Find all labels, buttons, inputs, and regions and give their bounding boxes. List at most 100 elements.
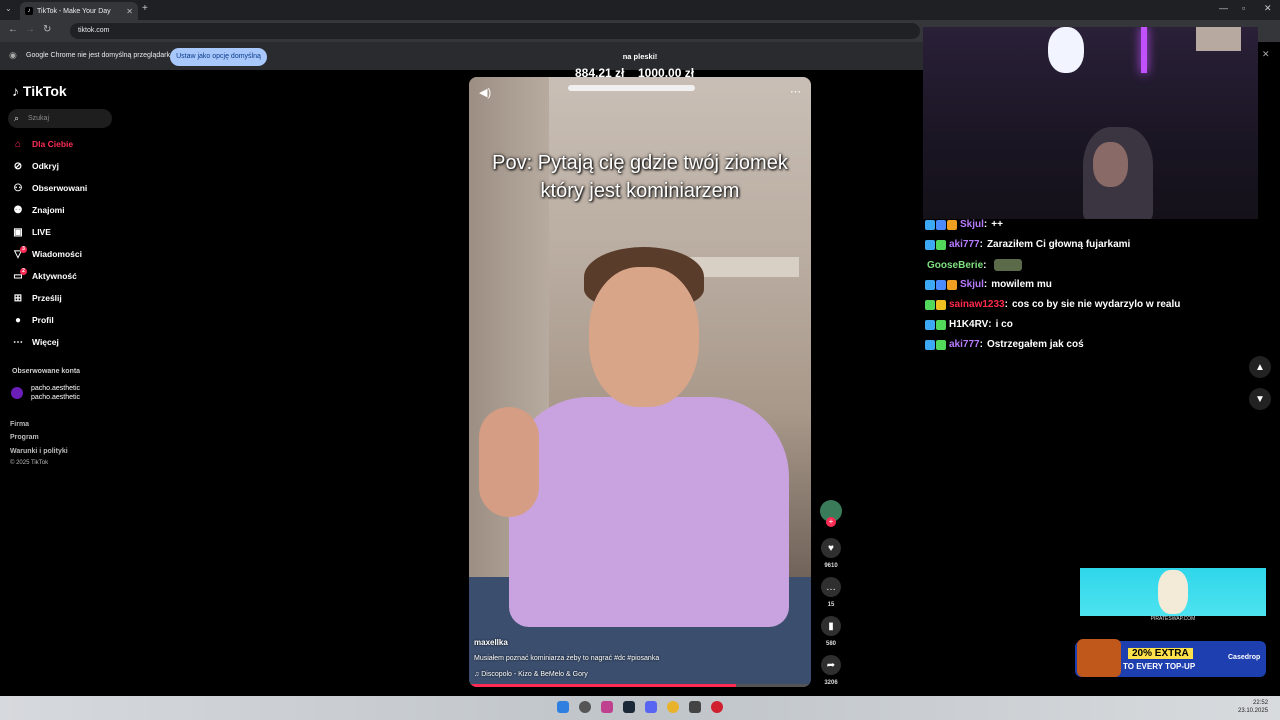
footer-link-terms[interactable]: Warunki i polityki [10, 448, 68, 455]
profile-icon: ● [14, 314, 22, 326]
share-button[interactable]: ➦ [821, 655, 841, 675]
start-icon[interactable] [557, 701, 569, 713]
messages-badge: 3 [20, 245, 27, 253]
sidebar-item-live[interactable]: ▣ LIVE [12, 224, 51, 240]
video-person-face [589, 267, 699, 407]
new-tab-icon[interactable]: + [142, 3, 148, 14]
chat-separator: : [983, 279, 988, 290]
clock[interactable]: 22:52 23.10.2025 [1238, 699, 1268, 715]
sidebar-item-friends[interactable]: ⚉ Znajomi [12, 202, 65, 218]
more-icon: ⋯ [13, 336, 23, 348]
scroll-down-button[interactable]: ▼ [1249, 388, 1271, 410]
comment-count: 15 [827, 602, 835, 608]
chat-badge-icon [925, 219, 935, 230]
goal-title: na pleski! [622, 52, 658, 61]
tab-search-icon[interactable]: ⌄ [5, 4, 12, 13]
minimize-icon[interactable]: — [1219, 3, 1228, 13]
search-input[interactable]: ⌕ Szukaj [8, 109, 112, 128]
sidebar-item-messages[interactable]: ▽ 3 Wiadomości [12, 245, 82, 262]
pirateswap-ad[interactable] [1080, 568, 1266, 616]
video-player[interactable]: ◀) ⋯ Pov: Pytają cię gdzie twój ziomek k… [469, 77, 811, 687]
chat-username[interactable]: Skjul [960, 219, 984, 230]
like-count: 9610 [824, 563, 838, 569]
followed-account-handle: pacho.aesthetic [31, 394, 81, 401]
sidebar-item-more[interactable]: ⋯ Więcej [12, 334, 59, 350]
chat-badge-icon [947, 279, 957, 290]
tiktok-note-icon: ♪ [12, 83, 19, 99]
sidebar-item-following[interactable]: ⚇ Obserwowani [12, 180, 88, 196]
chat-text: mowilem mu [991, 279, 1052, 290]
sidebar-item-label: Prześlij [32, 293, 62, 303]
home-icon: ⌂ [14, 138, 22, 150]
search-placeholder: Szukaj [28, 115, 50, 122]
chat-badge-icon [936, 239, 946, 250]
chat-username[interactable]: sainaw1233 [949, 299, 1005, 310]
follow-plus-icon[interactable]: + [826, 517, 836, 527]
maximize-icon[interactable]: ▫ [1242, 3, 1245, 13]
discord-icon[interactable] [645, 701, 657, 713]
video-progress[interactable] [469, 684, 811, 687]
sidebar-item-explore[interactable]: ⊘ Odkryj [12, 158, 59, 174]
chat-username[interactable]: aki777 [949, 339, 980, 350]
obs-icon[interactable] [689, 701, 701, 713]
chat-separator: : [979, 339, 983, 350]
sidebar-item-label: Odkryj [32, 161, 59, 171]
dismiss-icon[interactable]: ✕ [1262, 49, 1270, 60]
close-icon[interactable]: ✕ [126, 7, 133, 16]
chat-badge-icon [925, 299, 935, 310]
comment-button[interactable]: … [821, 577, 841, 597]
chat-badge-icon [925, 319, 935, 330]
sidebar-item-for-you[interactable]: ⌂ Dla Ciebie [12, 136, 73, 152]
scroll-up-button[interactable]: ▲ [1249, 356, 1271, 378]
chat-username[interactable]: aki777 [949, 239, 980, 250]
share-count: 3206 [824, 680, 838, 686]
sidebar-item-activity[interactable]: ▭ 2 Aktywność [12, 267, 77, 284]
chat-text: i co [995, 319, 1013, 330]
url-field[interactable]: tiktok.com [70, 23, 920, 39]
video-author[interactable]: maxellka [474, 638, 508, 647]
tab-tiktok[interactable]: ♪ TikTok - Make Your Day ✕ [20, 2, 138, 20]
taskbar-app2-icon[interactable] [711, 701, 723, 713]
taskbar-app-icon[interactable] [601, 701, 613, 713]
like-button[interactable]: ♥ [821, 538, 841, 558]
sidebar-item-profile[interactable]: ● Profil [12, 312, 54, 328]
volume-icon[interactable]: ◀) [479, 86, 491, 99]
video-shelf [689, 257, 799, 277]
footer-link-program[interactable]: Program [10, 434, 39, 441]
chrome-taskbar-icon[interactable] [667, 701, 679, 713]
taskbar-search-icon[interactable] [579, 701, 591, 713]
tiktok-logo[interactable]: ♪ TikTok [12, 83, 67, 99]
chat-username[interactable]: Skjul [960, 279, 984, 290]
video-person-hand [479, 407, 539, 517]
chat-badge-icon [925, 339, 935, 350]
ad-chest-icon [1077, 639, 1121, 677]
sidebar-item-label: Obserwowani [32, 183, 88, 193]
sidebar-item-label: Profil [32, 315, 54, 325]
sidebar-item-upload[interactable]: ⊞ Prześlij [12, 290, 62, 306]
pirateswap-ad-label: PIRATESWAP.COM [1150, 616, 1196, 622]
chevron-up-icon: ▲ [1255, 361, 1265, 373]
chat-badge-icon [925, 239, 935, 250]
bookmark-icon: ▮ [828, 620, 834, 632]
footer-link-company[interactable]: Firma [10, 421, 29, 428]
video-caption: Pov: Pytają cię gdzie twój ziomek który … [492, 152, 788, 202]
chat-username[interactable]: GooseBerie [927, 260, 983, 271]
steam-icon[interactable] [623, 701, 635, 713]
sidebar-item-label: LIVE [32, 227, 51, 237]
chat-badge-icon [947, 219, 957, 230]
set-default-button[interactable]: Ustaw jako opcję domyślną [170, 48, 267, 66]
video-music[interactable]: ♫ Discopolo - Kizo & BeMelo & Gory [474, 671, 588, 678]
followed-account[interactable]: pacho.aesthetic pacho.aesthetic [11, 384, 80, 402]
save-button[interactable]: ▮ [821, 616, 841, 636]
reload-icon[interactable]: ↻ [43, 24, 51, 35]
activity-icon: ▭ 2 [12, 267, 27, 282]
avatar [11, 387, 23, 399]
chat-username[interactable]: H1K4RV [949, 319, 988, 330]
back-icon[interactable]: ← [8, 24, 18, 35]
window-close-icon[interactable]: ✕ [1264, 3, 1272, 14]
chat-text: ++ [991, 219, 1003, 230]
chat-message: GooseBerie : [925, 259, 1023, 271]
more-options-icon[interactable]: ⋯ [790, 85, 801, 98]
browser-tabbar: ⌄ ♪ TikTok - Make Your Day ✕ + — ▫ ✕ [0, 0, 1280, 20]
forward-icon[interactable]: → [25, 24, 35, 35]
